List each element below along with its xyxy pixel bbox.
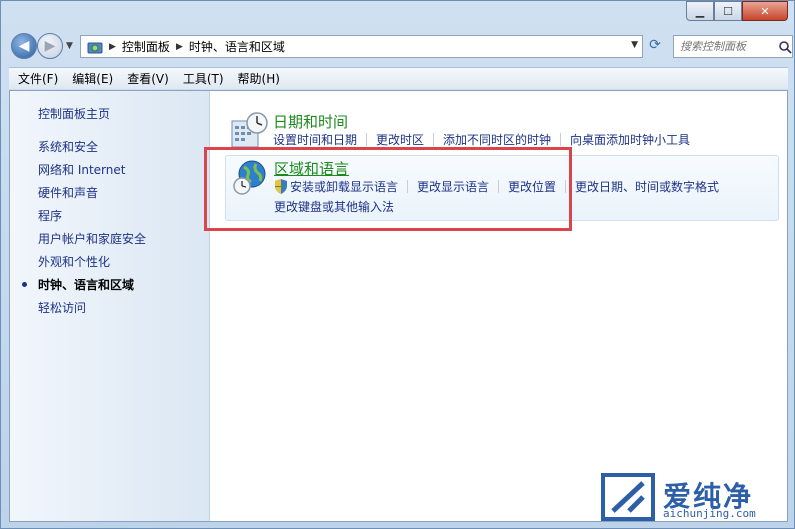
link-divider — [407, 180, 409, 193]
address-bar[interactable]: ▶ 控制面板 ▶ 时钟、语言和区域 ▼ — [80, 35, 643, 58]
date-time-links: 设置时间和日期 更改时区 添加不同时区的时钟 向桌面添加时钟小工具 — [273, 131, 690, 148]
content-area: 控制面板主页 系统和安全 网络和 Internet 硬件和声音 程序 用户帐户和… — [9, 90, 788, 522]
back-arrow-icon: ◀ — [18, 38, 30, 54]
calendar-clock-icon — [231, 112, 268, 148]
sidebar-item-network-internet[interactable]: 网络和 Internet — [38, 161, 146, 184]
menu-edit[interactable]: 编辑(E) — [65, 70, 120, 87]
sidebar-item-ease-of-access[interactable]: 轻松访问 — [38, 299, 146, 322]
menu-view[interactable]: 查看(V) — [120, 70, 176, 87]
link-change-display-language[interactable]: 更改显示语言 — [417, 178, 489, 195]
forward-arrow-icon: ▶ — [44, 38, 56, 54]
link-change-time-zone[interactable]: 更改时区 — [376, 131, 424, 148]
link-divider — [498, 180, 500, 193]
uac-shield-icon — [275, 179, 287, 194]
watermark-url: aichunjing.com — [663, 507, 756, 520]
search-box[interactable] — [673, 35, 793, 58]
menu-tools[interactable]: 工具(T) — [176, 70, 231, 87]
sidebar-item-user-accounts[interactable]: 用户帐户和家庭安全 — [38, 230, 146, 253]
category-title-date-time[interactable]: 日期和时间 — [273, 111, 348, 132]
category-date-time: 日期和时间 设置时间和日期 更改时区 添加不同时区的时钟 向桌面添加时钟小工具 — [225, 111, 785, 151]
control-panel-icon — [87, 42, 103, 53]
sidebar: 控制面板主页 系统和安全 网络和 Internet 硬件和声音 程序 用户帐户和… — [10, 91, 210, 521]
sidebar-item-system-security[interactable]: 系统和安全 — [38, 138, 146, 161]
explorer-window: ▁ ☐ ✕ ◀ ▶ ▼ ▶ 控制面板 ▶ 时钟、语言和区域 ▼ ⟳ 搜索控制面板… — [0, 0, 795, 529]
navigation-row: ◀ ▶ ▼ ▶ 控制面板 ▶ 时钟、语言和区域 ▼ ⟳ — [9, 31, 793, 63]
link-divider — [433, 133, 435, 146]
search-icon[interactable] — [778, 40, 792, 54]
breadcrumb-separator-icon[interactable]: ▶ — [109, 42, 116, 52]
menu-bar: 文件(F) 编辑(E) 查看(V) 工具(T) 帮助(H) — [9, 67, 788, 89]
region-links-row1: 安装或卸载显示语言 更改显示语言 更改位置 更改日期、时间或数字格式 — [274, 178, 719, 195]
breadcrumb-separator-icon[interactable]: ▶ — [176, 42, 183, 52]
close-button[interactable]: ✕ — [742, 1, 788, 21]
link-install-display-language[interactable]: 安装或卸载显示语言 — [290, 178, 398, 195]
sidebar-item-hardware-sound[interactable]: 硬件和声音 — [38, 184, 146, 207]
link-add-clocks[interactable]: 添加不同时区的时钟 — [443, 131, 551, 148]
link-divider — [366, 133, 368, 146]
maximize-button[interactable]: ☐ — [714, 1, 742, 21]
link-add-clock-gadget[interactable]: 向桌面添加时钟小工具 — [570, 131, 690, 148]
menu-file[interactable]: 文件(F) — [11, 70, 65, 87]
sidebar-home-link[interactable]: 控制面板主页 — [38, 105, 110, 122]
watermark: 爱纯净 aichunjing.com — [599, 471, 789, 523]
breadcrumb-clock-language-region[interactable]: 时钟、语言和区域 — [189, 38, 285, 55]
link-change-location[interactable]: 更改位置 — [508, 178, 556, 195]
address-dropdown-icon[interactable]: ▼ — [631, 40, 638, 50]
caption-buttons: ▁ ☐ ✕ — [686, 1, 788, 21]
search-input[interactable] — [680, 40, 776, 53]
sidebar-item-appearance[interactable]: 外观和个性化 — [38, 253, 146, 276]
main-panel: 日期和时间 设置时间和日期 更改时区 添加不同时区的时钟 向桌面添加时钟小工具 — [211, 91, 788, 521]
recent-pages-dropdown[interactable]: ▼ — [66, 41, 73, 51]
watermark-logo-icon — [601, 473, 655, 521]
forward-button[interactable]: ▶ — [37, 33, 63, 59]
minimize-button[interactable]: ▁ — [686, 1, 714, 21]
sidebar-item-clock-language-region[interactable]: 时钟、语言和区域 — [21, 276, 146, 299]
link-set-time-date[interactable]: 设置时间和日期 — [273, 131, 357, 148]
sidebar-list: 系统和安全 网络和 Internet 硬件和声音 程序 用户帐户和家庭安全 外观… — [21, 138, 146, 322]
category-title-region-language[interactable]: 区域和语言 — [274, 158, 349, 179]
back-button[interactable]: ◀ — [11, 33, 37, 59]
breadcrumb-control-panel[interactable]: 控制面板 — [122, 38, 170, 55]
menu-help[interactable]: 帮助(H) — [231, 70, 287, 87]
region-links-row2: 更改键盘或其他输入法 — [274, 198, 394, 215]
link-divider — [565, 180, 567, 193]
link-change-date-time-number-format[interactable]: 更改日期、时间或数字格式 — [575, 178, 719, 195]
link-change-keyboard-input[interactable]: 更改键盘或其他输入法 — [274, 198, 394, 215]
refresh-icon[interactable]: ⟳ — [646, 37, 664, 55]
category-region-language: 区域和语言 安装或卸载显示语言 更改显示语言 更改位置 更改日期、时间或数字格式 — [225, 155, 779, 221]
link-divider — [560, 133, 562, 146]
sidebar-item-programs[interactable]: 程序 — [38, 207, 146, 230]
globe-clock-icon — [233, 160, 266, 195]
